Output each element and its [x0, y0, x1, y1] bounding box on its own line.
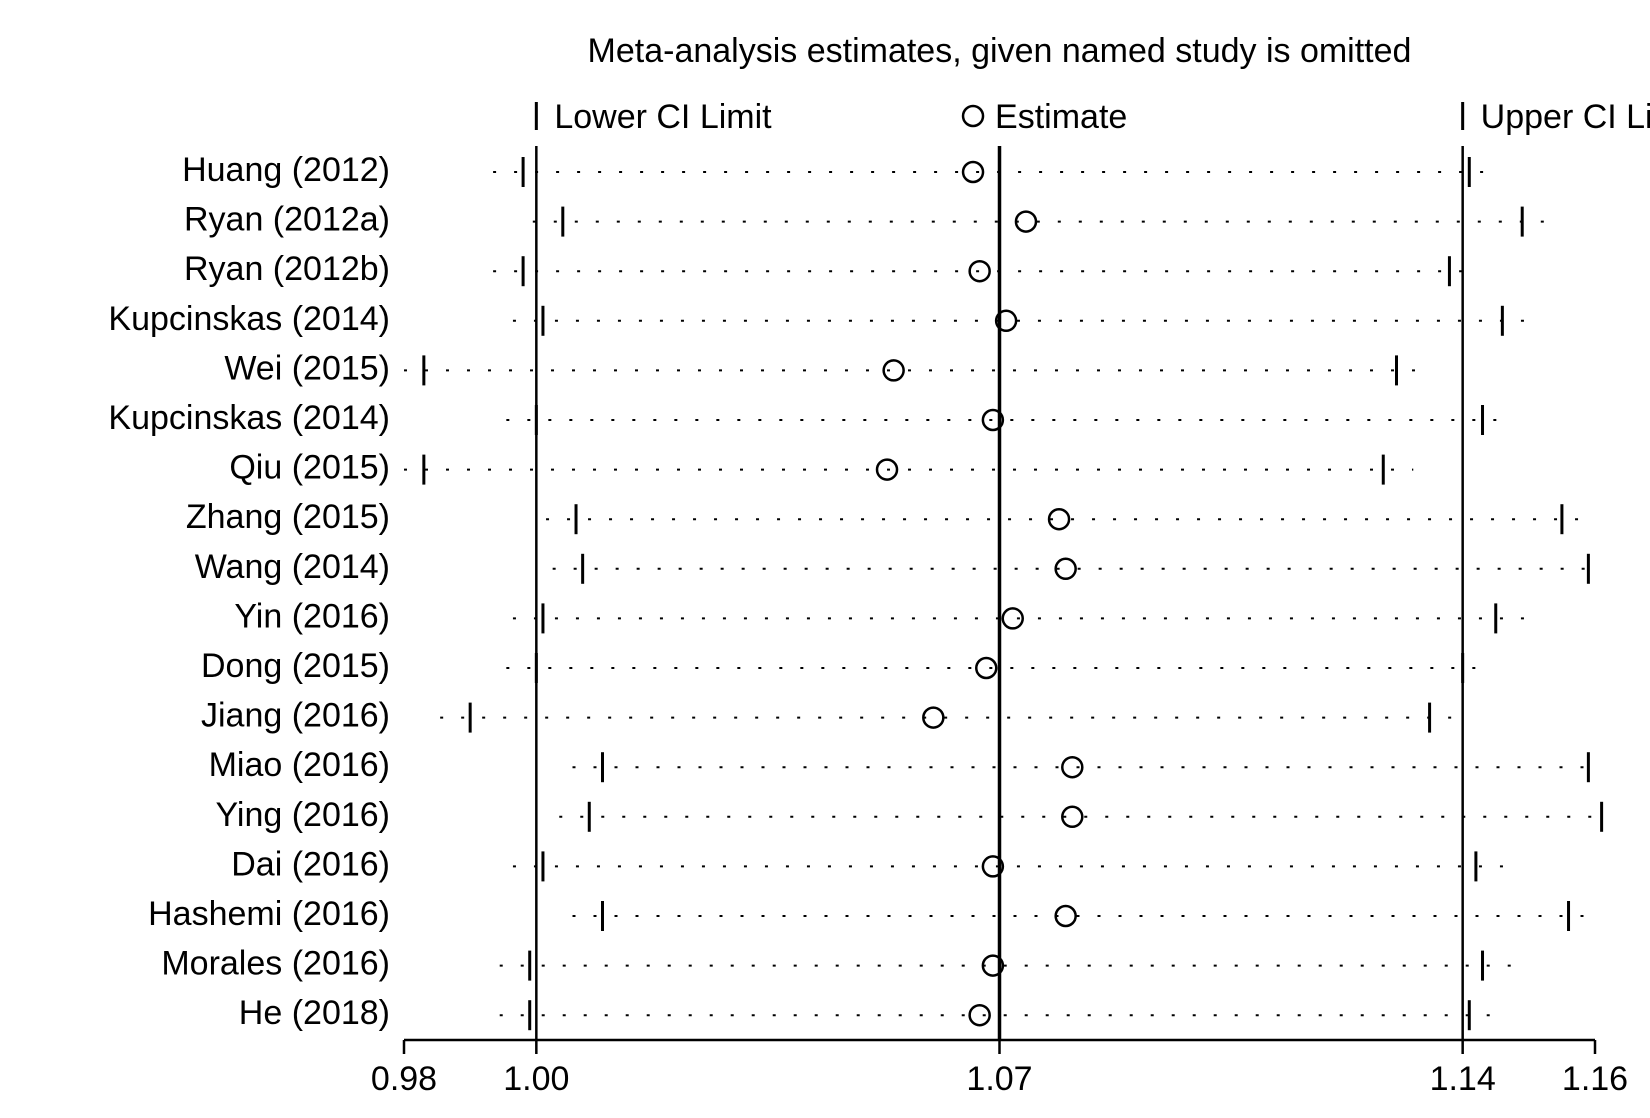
x-tick-label: 1.14	[1430, 1060, 1496, 1098]
study-label: Ryan (2012b)	[184, 250, 390, 288]
study-label: Miao (2016)	[209, 746, 390, 784]
x-tick-label: 1.00	[503, 1060, 569, 1098]
estimate-marker	[923, 708, 943, 728]
estimate-marker	[970, 1005, 990, 1025]
estimate-marker	[976, 658, 996, 678]
study-label: Jiang (2016)	[201, 697, 390, 735]
estimate-marker	[1056, 906, 1076, 926]
study-label: Dong (2015)	[201, 647, 390, 685]
forest-plot: Meta-analysis estimates, given named stu…	[0, 0, 1650, 1118]
estimate-marker	[963, 162, 983, 182]
estimate-marker	[884, 360, 904, 380]
study-label: Dai (2016)	[231, 845, 390, 883]
study-label: Ying (2016)	[215, 796, 390, 834]
x-tick-label: 1.16	[1562, 1060, 1628, 1098]
legend-estimate-label: Estimate	[995, 98, 1127, 136]
study-label: Kupcinskas (2014)	[108, 399, 390, 437]
study-label: Wang (2014)	[195, 548, 390, 586]
study-label: Huang (2012)	[182, 151, 390, 189]
legend-lower-label: Lower CI Limit	[554, 98, 772, 136]
study-label: Zhang (2015)	[186, 498, 390, 536]
legend-upper-label: Upper CI Limit	[1481, 98, 1650, 136]
study-label: He (2018)	[239, 994, 390, 1032]
legend-estimate-marker	[963, 106, 983, 126]
x-tick-label: 0.98	[371, 1060, 437, 1098]
x-tick-label: 1.07	[966, 1060, 1032, 1098]
study-label: Morales (2016)	[161, 945, 390, 983]
chart-title: Meta-analysis estimates, given named stu…	[588, 32, 1412, 70]
study-label: Yin (2016)	[234, 597, 390, 635]
estimate-marker	[970, 261, 990, 281]
study-label: Hashemi (2016)	[148, 895, 390, 933]
study-label: Wei (2015)	[224, 349, 390, 387]
study-label: Ryan (2012a)	[184, 201, 390, 239]
study-label: Qiu (2015)	[229, 449, 390, 487]
estimate-marker	[1016, 212, 1036, 232]
study-label: Kupcinskas (2014)	[108, 300, 390, 338]
